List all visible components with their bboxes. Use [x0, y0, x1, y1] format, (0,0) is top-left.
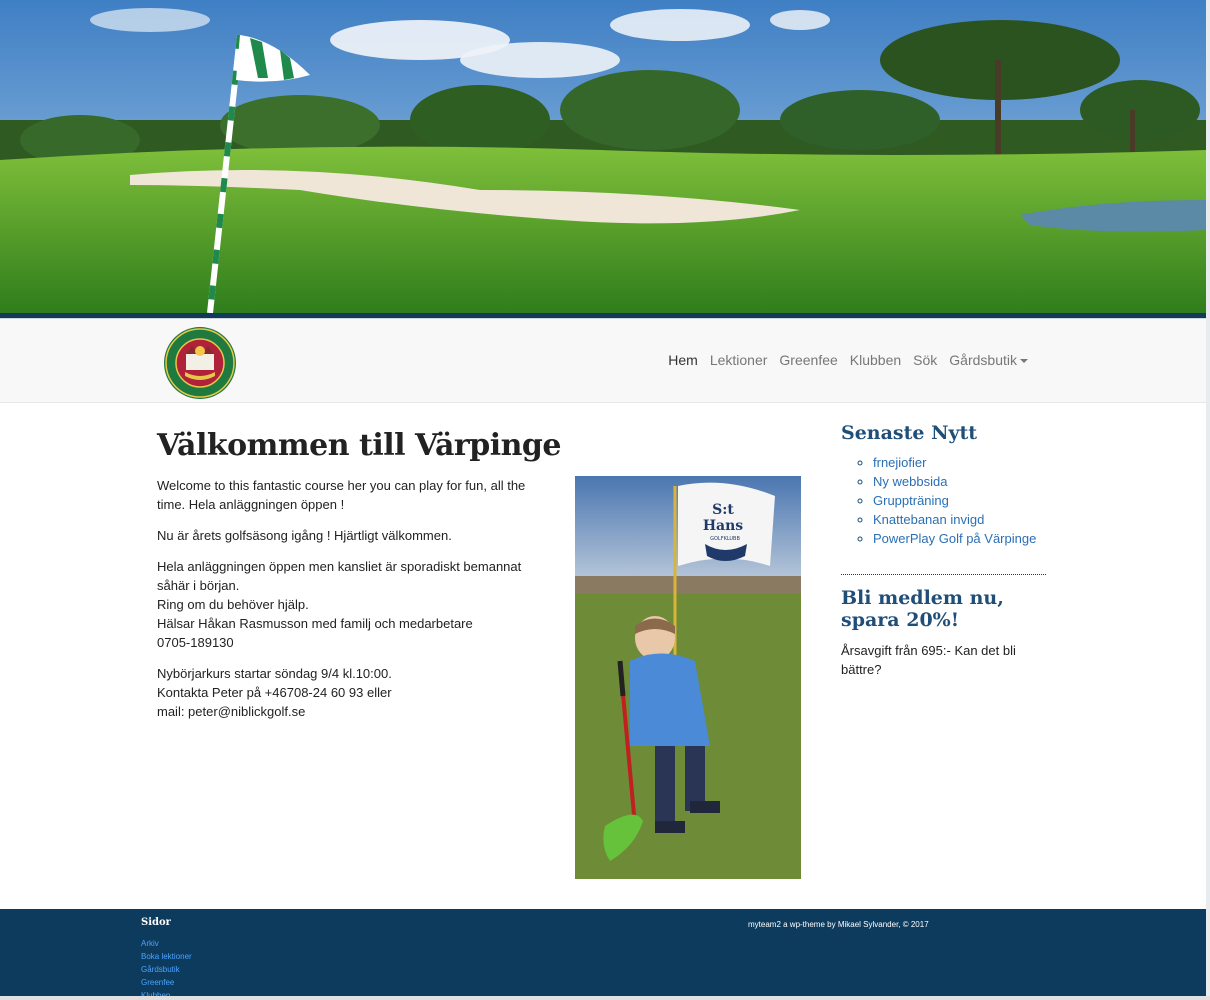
list-item: Knattebanan invigd: [873, 510, 1046, 529]
nav-item-gardsbutik-dropdown[interactable]: Gårdsbutik: [943, 350, 1034, 370]
flag-text: Hans: [703, 518, 743, 534]
paragraph: Nybörjarkurs startar söndag 9/4 kl.10:00…: [157, 664, 552, 721]
list-item: frnejiofier: [873, 453, 1046, 472]
footer-link-boka-lektioner[interactable]: Boka lektioner: [141, 950, 192, 963]
news-title: Senaste Nytt: [841, 422, 978, 444]
text-line: Nybörjarkurs startar söndag 9/4 kl.10:00…: [157, 666, 392, 681]
nav-item-gardsbutik-label: Gårdsbutik: [949, 352, 1017, 368]
paragraph: Welcome to this fantastic course her you…: [157, 478, 526, 512]
page-title: Välkommen till Värpinge: [157, 428, 562, 463]
promo-title: Bli medlem nu, spara 20%!: [841, 587, 1004, 631]
main-content: Välkommen till Värpinge Welcome to this …: [157, 420, 802, 879]
list-item: Gruppträning: [873, 491, 1046, 510]
club-logo[interactable]: [163, 326, 237, 400]
flag-text: GOLFKLUBB: [710, 536, 740, 542]
text-line: Hela anläggningen öppen men kansliet är …: [157, 559, 522, 593]
footer-link-greenfee[interactable]: Greenfee: [141, 976, 192, 989]
bottom-strip: [0, 996, 1210, 1000]
footer: Sidor Arkiv Boka lektioner Gårdsbutik Gr…: [0, 909, 1206, 1000]
divider: [841, 574, 1046, 575]
phone-number: 0705-189130: [157, 635, 234, 650]
paragraph: Hela anläggningen öppen men kansliet är …: [157, 557, 552, 652]
scrollbar-track[interactable]: [1206, 0, 1210, 1000]
news-link[interactable]: PowerPlay Golf på Värpinge: [873, 531, 1036, 546]
text-line: Hälsar Håkan Rasmusson med familj och me…: [157, 616, 473, 631]
child-golfer-photo: S:t Hans GOLFKLUBB: [575, 476, 801, 879]
main-nav: Hem Lektioner Greenfee Klubben Sök Gårds…: [662, 350, 1034, 370]
footer-link-arkiv[interactable]: Arkiv: [141, 937, 192, 950]
promo-text: Årsavgift från 695:- Kan det bli bättre?: [841, 643, 1016, 677]
email-line: mail: peter@niblickgolf.se: [157, 704, 306, 719]
footer-title: Sidor: [141, 917, 171, 928]
news-link[interactable]: Knattebanan invigd: [873, 512, 984, 527]
paragraph: Nu är årets golfsäsong igång ! Hjärtligt…: [157, 528, 452, 543]
footer-credit: myteam2 a wp-theme by Mikael Sylvander, …: [748, 920, 929, 929]
sidebar: Senaste Nytt frnejiofier Ny webbsida Gru…: [841, 422, 1046, 679]
footer-link-gardsbutik[interactable]: Gårdsbutik: [141, 963, 192, 976]
nav-item-hem[interactable]: Hem: [662, 350, 704, 370]
text-line: Kontakta Peter på +46708-24 60 93 eller: [157, 685, 392, 700]
welcome-text: Welcome to this fantastic course her you…: [157, 476, 552, 733]
news-link[interactable]: Gruppträning: [873, 493, 949, 508]
flag-text: S:t: [712, 502, 734, 518]
text-line: Ring om du behöver hjälp.: [157, 597, 309, 612]
hero-image: [0, 0, 1206, 313]
caret-down-icon: [1020, 359, 1028, 364]
nav-item-greenfee[interactable]: Greenfee: [773, 350, 843, 370]
news-link[interactable]: Ny webbsida: [873, 474, 947, 489]
nav-item-klubben[interactable]: Klubben: [844, 350, 907, 370]
footer-links: Arkiv Boka lektioner Gårdsbutik Greenfee…: [141, 937, 192, 1000]
navbar: Hem Lektioner Greenfee Klubben Sök Gårds…: [0, 319, 1206, 403]
list-item: PowerPlay Golf på Värpinge: [873, 529, 1046, 548]
news-list: frnejiofier Ny webbsida Gruppträning Kna…: [873, 453, 1046, 548]
nav-item-sok[interactable]: Sök: [907, 350, 943, 370]
list-item: Ny webbsida: [873, 472, 1046, 491]
nav-item-lektioner[interactable]: Lektioner: [704, 350, 774, 370]
news-link[interactable]: frnejiofier: [873, 455, 926, 470]
